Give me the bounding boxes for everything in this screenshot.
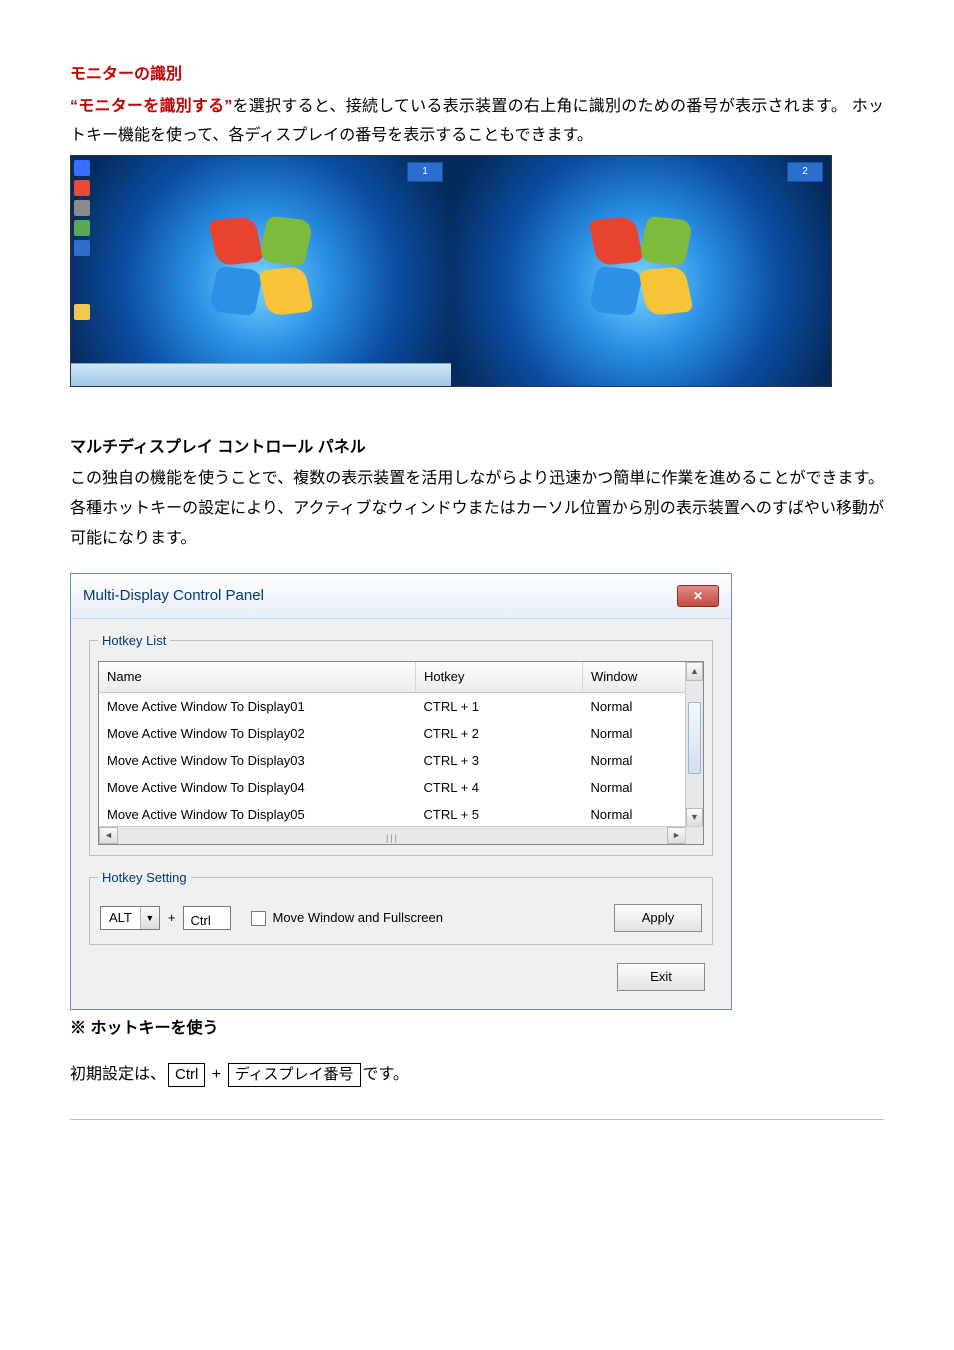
scroll-corner <box>685 826 703 844</box>
close-button[interactable]: ✕ <box>677 585 719 607</box>
scroll-right-icon[interactable]: ► <box>667 827 686 844</box>
horizontal-scrollbar[interactable]: ◄ ||| ► <box>99 826 686 844</box>
table-row[interactable]: Move Active Window To Display04CTRL + 4N… <box>99 774 703 801</box>
monitor-id-badge-1: 1 <box>407 162 443 182</box>
hotkey-setting-legend: Hotkey Setting <box>98 866 191 890</box>
hotkey-setting-group: Hotkey Setting ALT ▼ + Ctrl Move Window … <box>89 866 713 945</box>
kbd-ctrl: Ctrl <box>168 1063 205 1087</box>
vertical-scrollbar[interactable]: ▲ ▼ <box>685 662 703 827</box>
key-input[interactable]: Ctrl <box>183 906 231 930</box>
table-row[interactable]: Move Active Window To Display05CTRL + 5N… <box>99 801 703 828</box>
table-row[interactable]: Move Active Window To Display03CTRL + 3N… <box>99 747 703 774</box>
table-cell: Move Active Window To Display01 <box>99 693 416 721</box>
windows-logo-icon <box>213 218 309 314</box>
hotkey-list-legend: Hotkey List <box>98 629 170 653</box>
dock-icon <box>74 180 90 196</box>
col-hotkey[interactable]: Hotkey <box>416 662 583 693</box>
section1-heading: モニターの識別 <box>70 66 182 83</box>
footer-line: 初期設定は、Ctrl + ディスプレイ番号です。 <box>70 1060 884 1090</box>
table-cell: Move Active Window To Display04 <box>99 774 416 801</box>
dock-icon <box>74 240 90 256</box>
hotkey-table-wrap: Name Hotkey Window Move Active Window To… <box>98 661 704 845</box>
multi-display-control-panel-dialog: Multi-Display Control Panel ✕ Hotkey Lis… <box>70 573 732 1010</box>
chevron-down-icon[interactable]: ▼ <box>140 907 159 929</box>
footer-post: です。 <box>363 1066 409 1083</box>
dialog-title: Multi-Display Control Panel <box>83 582 264 610</box>
windows-logo-icon <box>593 218 689 314</box>
desktop-2: 2 <box>451 156 831 386</box>
apply-button[interactable]: Apply <box>614 904 702 932</box>
desktop-1-dock <box>71 156 93 364</box>
page-divider <box>70 1119 884 1120</box>
hotkey-list-group: Hotkey List Name Hotkey Window Move Acti… <box>89 629 713 856</box>
monitor-id-badge-2: 2 <box>787 162 823 182</box>
scroll-thumb[interactable] <box>688 702 701 774</box>
fullscreen-checkbox[interactable] <box>251 911 266 926</box>
table-cell: CTRL + 1 <box>416 693 583 721</box>
fullscreen-checkbox-label: Move Window and Fullscreen <box>272 906 443 930</box>
table-cell: CTRL + 5 <box>416 801 583 828</box>
footer-mid: + <box>207 1066 225 1083</box>
footer-pre: 初期設定は、 <box>70 1066 166 1083</box>
col-name[interactable]: Name <box>99 662 416 693</box>
table-cell: Move Active Window To Display03 <box>99 747 416 774</box>
table-cell: CTRL + 3 <box>416 747 583 774</box>
dual-desktop-preview: 1 2 <box>70 155 832 387</box>
hotkey-table: Name Hotkey Window Move Active Window To… <box>99 662 703 845</box>
table-cell: Move Active Window To Display02 <box>99 720 416 747</box>
table-row[interactable]: Move Active Window To Display01CTRL + 1N… <box>99 693 703 721</box>
desktop-1: 1 <box>71 156 451 386</box>
scroll-left-icon[interactable]: ◄ <box>99 827 118 844</box>
table-cell: CTRL + 2 <box>416 720 583 747</box>
kbd-display-number: ディスプレイ番号 <box>228 1063 361 1087</box>
section2-body: この独自の機能を使うことで、複数の表示装置を活用しながらより迅速かつ簡単に作業を… <box>70 464 884 553</box>
taskbar <box>71 363 451 386</box>
scroll-up-icon[interactable]: ▲ <box>686 662 703 681</box>
dock-icon <box>74 220 90 236</box>
close-icon: ✕ <box>693 585 703 607</box>
section1-strong-lead: “モニターを識別する” <box>70 98 232 115</box>
dock-icon <box>74 200 90 216</box>
table-row[interactable]: Move Active Window To Display02CTRL + 2N… <box>99 720 703 747</box>
plus-label: + <box>166 906 178 930</box>
section1-body: “モニターを識別する”を選択すると、接続している表示装置の右上角に識別のための番… <box>70 92 884 151</box>
modifier-select-value: ALT <box>101 906 140 930</box>
section2-heading: マルチディスプレイ コントロール パネル <box>70 439 366 456</box>
exit-button[interactable]: Exit <box>617 963 705 991</box>
table-cell: CTRL + 4 <box>416 774 583 801</box>
footer-note-title: ※ ホットキーを使う <box>70 1014 884 1044</box>
scroll-down-icon[interactable]: ▼ <box>686 808 703 827</box>
dock-icon <box>74 304 90 320</box>
modifier-select[interactable]: ALT ▼ <box>100 906 160 930</box>
table-cell: Move Active Window To Display05 <box>99 801 416 828</box>
dock-icon <box>74 160 90 176</box>
